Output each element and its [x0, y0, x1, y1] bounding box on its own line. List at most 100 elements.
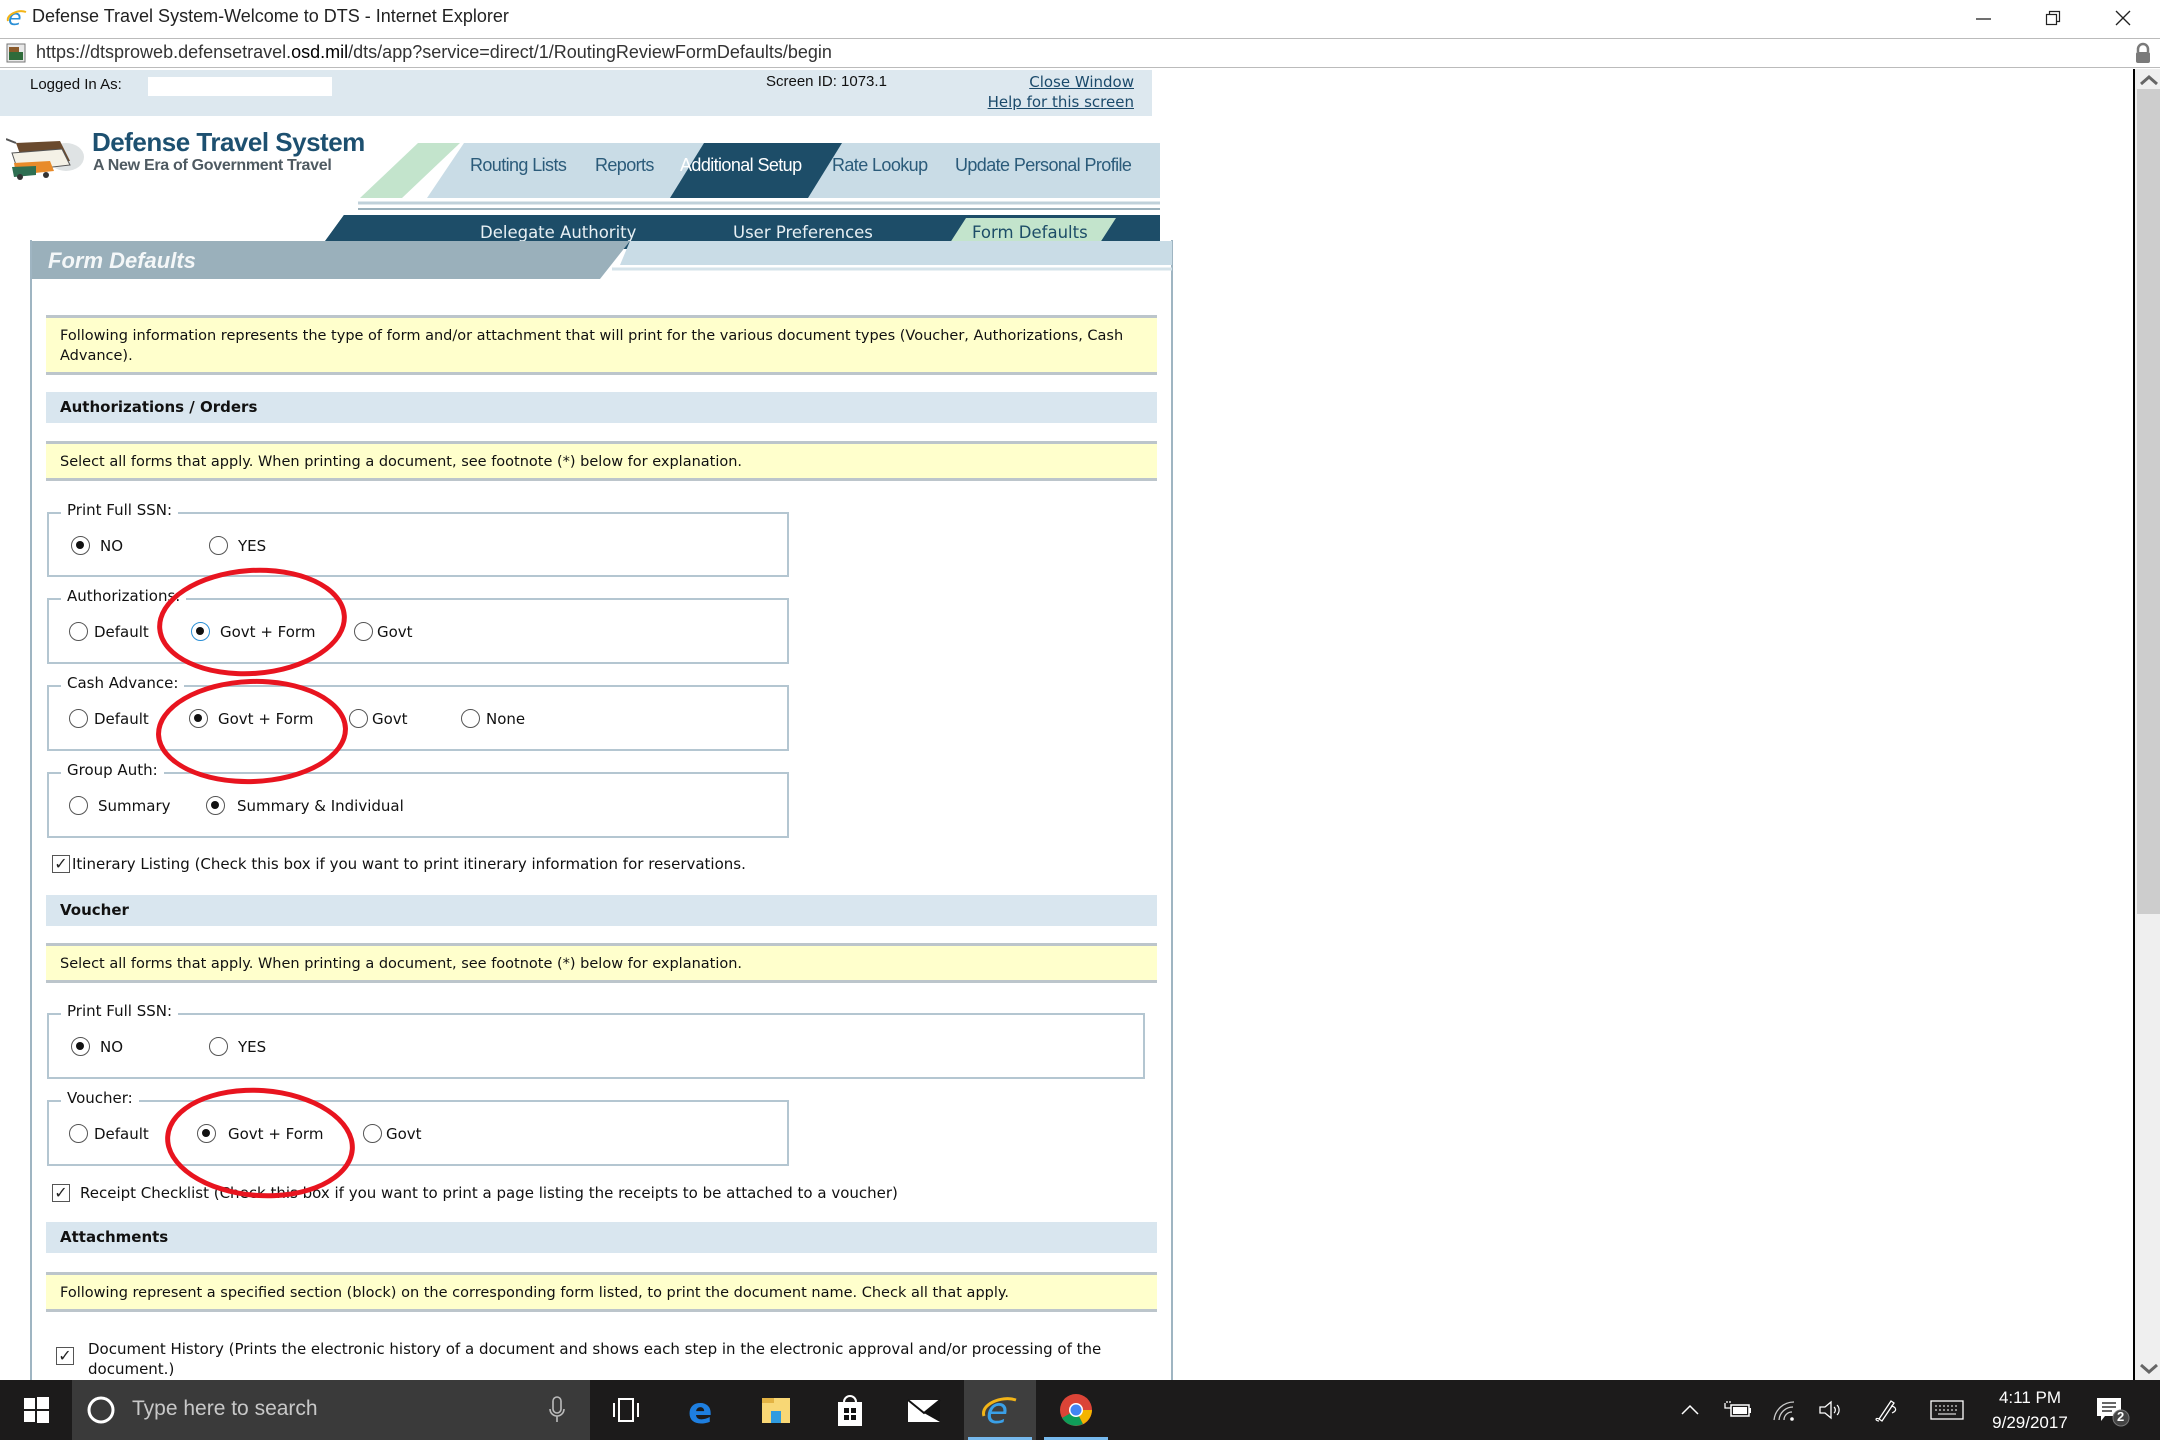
radio-button[interactable]	[354, 622, 373, 641]
show-hidden-icons-button[interactable]	[1670, 1380, 1710, 1440]
close-window-link[interactable]: Close Window	[1029, 73, 1134, 91]
radio-button[interactable]	[209, 1037, 228, 1056]
lock-icon[interactable]	[2134, 42, 2152, 64]
checkbox[interactable]: ✓	[52, 855, 70, 873]
radio-button[interactable]	[349, 709, 368, 728]
url-text[interactable]: https://dtsproweb.defensetravel.osd.mil/…	[36, 42, 832, 63]
voucher-ssn-no-radio[interactable]: NO	[71, 1037, 123, 1056]
logged-in-value	[148, 77, 332, 96]
radio-button[interactable]	[197, 1124, 216, 1143]
taskbar-file-explorer[interactable]	[740, 1380, 812, 1440]
restore-button[interactable]	[2018, 0, 2088, 36]
radio-button[interactable]	[71, 1037, 90, 1056]
help-link[interactable]: Help for this screen	[988, 93, 1134, 111]
radio-label: Summary & Individual	[237, 796, 404, 815]
clock-date: 9/29/2017	[1992, 1413, 2068, 1432]
voucher-default-radio[interactable]: Default	[69, 1124, 149, 1143]
radio-button[interactable]	[189, 709, 208, 728]
action-center-button[interactable]: 2	[2090, 1380, 2136, 1440]
group-summary-individual-radio[interactable]: Summary & Individual	[206, 796, 404, 815]
radio-label: Govt + Form	[220, 622, 316, 641]
taskbar-edge[interactable]: e	[666, 1380, 738, 1440]
taskbar-store[interactable]	[814, 1380, 886, 1440]
nav-tab-reports[interactable]: Reports	[595, 155, 654, 176]
nav-tab-additional-setup[interactable]: Additional Setup	[680, 155, 802, 176]
voucher-ssn-yes-radio[interactable]: YES	[209, 1037, 266, 1056]
radio-button[interactable]	[69, 709, 88, 728]
auth-ssn-yes-radio[interactable]: YES	[209, 536, 266, 555]
mail-icon	[907, 1399, 941, 1422]
pen-workspace-button[interactable]	[1866, 1380, 1906, 1440]
radio-button[interactable]	[69, 796, 88, 815]
checkbox[interactable]: ✓	[56, 1347, 74, 1365]
voucher-govt-form-radio[interactable]: Govt + Form	[197, 1124, 323, 1143]
itinerary-listing-checkbox[interactable]: ✓ Itinerary Listing (Check this box if y…	[52, 854, 746, 874]
radio-button[interactable]	[461, 709, 480, 728]
cash-default-radio[interactable]: Default	[69, 709, 149, 728]
section-header-voucher: Voucher	[46, 895, 1157, 926]
auth-govt-form-radio[interactable]: Govt + Form	[191, 622, 315, 641]
radio-button[interactable]	[191, 622, 210, 641]
radio-button[interactable]	[71, 536, 90, 555]
radio-button[interactable]	[69, 622, 88, 641]
group-summary-radio[interactable]: Summary	[69, 796, 171, 815]
taskbar-internet-explorer[interactable]: e	[964, 1380, 1036, 1440]
nav-tab-rate-lookup[interactable]: Rate Lookup	[832, 155, 928, 176]
close-button[interactable]	[2088, 0, 2158, 36]
voucher-print-ssn-fieldset: Print Full SSN: NO YES	[47, 1002, 1145, 1079]
network-status[interactable]	[1764, 1380, 1804, 1440]
document-history-checkbox[interactable]: ✓ Document History (Prints the electroni…	[56, 1339, 1136, 1379]
radio-button[interactable]	[363, 1124, 382, 1143]
svg-text:e: e	[8, 6, 22, 28]
dts-logo[interactable]: Defense Travel System A New Era of Gover…	[6, 127, 365, 187]
nav-tab-routing-lists[interactable]: Routing Lists	[470, 155, 567, 176]
address-bar[interactable]: https://dtsproweb.defensetravel.osd.mil/…	[0, 38, 2160, 68]
minimize-button[interactable]	[1948, 0, 2018, 36]
authorizations-fieldset: Authorizations: Default Govt + Form Govt	[47, 587, 789, 664]
cash-none-radio[interactable]: None	[461, 709, 525, 728]
voucher-fieldset: Voucher: Default Govt + Form Govt	[47, 1089, 789, 1166]
window-title-bar: e Defense Travel System-Welcome to DTS -…	[0, 0, 2160, 36]
taskbar-mail[interactable]	[888, 1380, 960, 1440]
screen-id: Screen ID: 1073.1	[766, 73, 887, 90]
scroll-down-arrow-icon[interactable]	[2137, 1360, 2160, 1378]
travel-logo-icon	[6, 138, 84, 180]
fieldset-legend: Group Auth:	[61, 761, 164, 779]
scroll-up-arrow-icon[interactable]	[2137, 71, 2160, 89]
url-prefix: https://dtsproweb.defensetravel.	[36, 42, 292, 62]
radio-button[interactable]	[69, 1124, 88, 1143]
taskbar-search-box[interactable]: Type here to search	[72, 1380, 590, 1440]
wifi-icon	[1773, 1401, 1795, 1421]
pen-icon	[1875, 1400, 1897, 1422]
microphone-icon[interactable]	[548, 1396, 566, 1424]
voucher-govt-radio[interactable]: Govt	[363, 1124, 422, 1143]
battery-status[interactable]	[1718, 1380, 1758, 1440]
site-favicon-icon	[6, 43, 26, 63]
radio-label: YES	[238, 1037, 267, 1056]
radio-button[interactable]	[206, 796, 225, 815]
volume-control[interactable]	[1810, 1380, 1850, 1440]
start-button[interactable]	[0, 1380, 72, 1440]
minimize-icon	[1976, 18, 1991, 20]
vertical-scrollbar[interactable]	[2133, 69, 2160, 1380]
auth-ssn-no-radio[interactable]: NO	[71, 536, 123, 555]
nav-tab-update-personal-profile[interactable]: Update Personal Profile	[955, 155, 1132, 176]
scrollbar-thumb[interactable]	[2137, 89, 2160, 914]
close-icon	[2115, 10, 2131, 26]
radio-button[interactable]	[209, 536, 228, 555]
fieldset-legend: Voucher:	[61, 1089, 139, 1107]
fieldset-legend: Authorizations:	[61, 587, 187, 605]
task-view-button[interactable]	[590, 1380, 662, 1440]
auth-default-radio[interactable]: Default	[69, 622, 149, 641]
cash-govt-radio[interactable]: Govt	[349, 709, 408, 728]
taskbar-clock[interactable]: 4:11 PM 9/29/2017	[1975, 1385, 2085, 1435]
auth-govt-radio[interactable]: Govt	[354, 622, 413, 641]
checkbox[interactable]: ✓	[52, 1184, 70, 1202]
radio-label: Govt	[386, 1124, 422, 1143]
taskbar-chrome[interactable]	[1040, 1380, 1112, 1440]
touch-keyboard-button[interactable]	[1924, 1380, 1970, 1440]
receipt-checklist-checkbox[interactable]: ✓ Receipt Checklist (Check this box if y…	[52, 1183, 898, 1203]
cash-govt-form-radio[interactable]: Govt + Form	[189, 709, 313, 728]
intro-info-box: Following information represents the typ…	[46, 315, 1157, 375]
logo-tagline: A New Era of Government Travel	[93, 157, 332, 174]
